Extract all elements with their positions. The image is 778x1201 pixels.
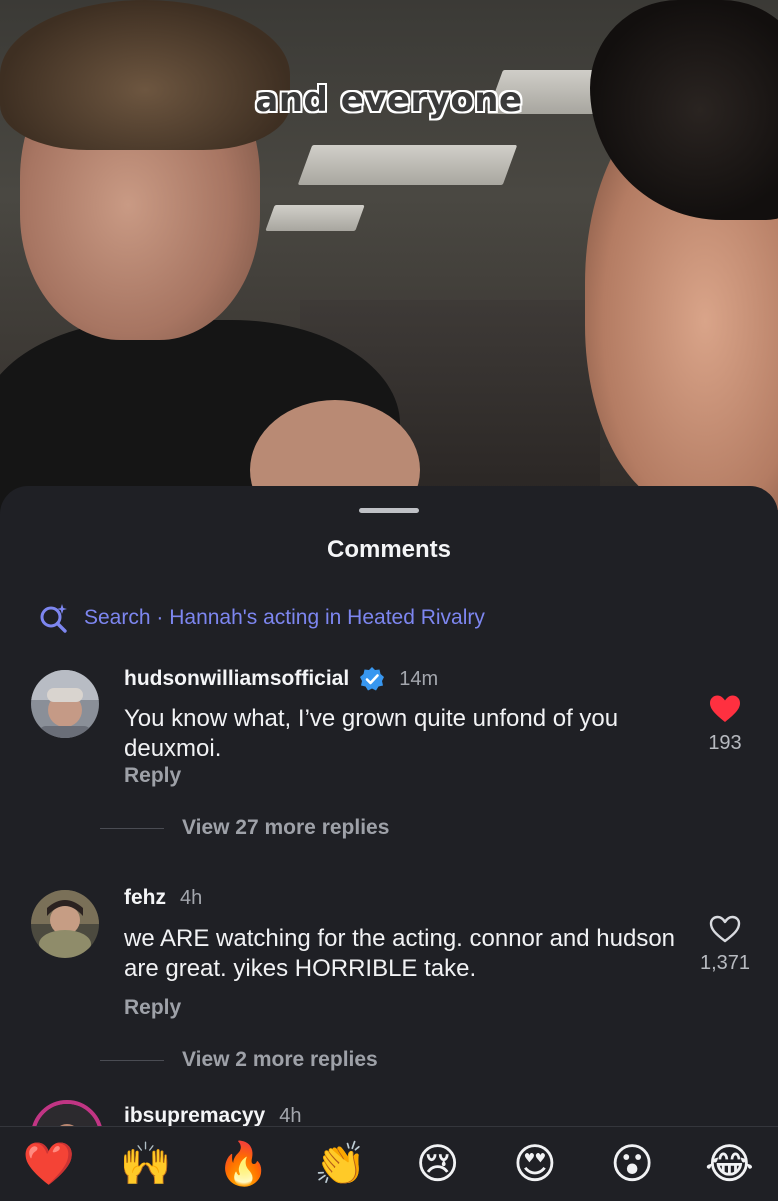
- heart-filled-icon: [710, 695, 740, 722]
- comment-username[interactable]: ibsupremacyy: [124, 1104, 265, 1128]
- reaction-bar: ❤️ 🙌 🔥 👏 😢 😍 😮 😂: [0, 1126, 778, 1201]
- search-prefix: Search: [84, 606, 151, 629]
- heart-eyes-emoji-icon[interactable]: 😍: [505, 1134, 565, 1194]
- search-query: Hannah's acting in Heated Rivalry: [169, 606, 485, 629]
- view-more-replies-label: View 2 more replies: [182, 1048, 378, 1071]
- red-heart-emoji-icon[interactable]: ❤️: [19, 1134, 79, 1194]
- video-frame[interactable]: and everyone: [0, 0, 778, 560]
- comment-text: You know what, I’ve grown quite unfond o…: [124, 705, 619, 762]
- video-caption: and everyone: [255, 80, 523, 120]
- ceiling-light: [297, 145, 518, 185]
- person-left-hair: [0, 0, 290, 150]
- comment-time: 4h: [279, 1104, 302, 1127]
- view-more-replies-label: View 27 more replies: [182, 816, 390, 839]
- crying-face-emoji-icon[interactable]: 😢: [408, 1134, 468, 1194]
- comment-time: 14m: [399, 667, 439, 690]
- drag-handle[interactable]: [359, 508, 419, 513]
- comment-username[interactable]: fehz: [124, 886, 166, 910]
- comment-text: we ARE watching for the acting. connor a…: [124, 925, 676, 982]
- raising-hands-emoji-icon[interactable]: 🙌: [116, 1134, 176, 1194]
- search-separator: ·: [150, 606, 170, 629]
- search-suggestion-label: Search · Hannah's acting in Heated Rival…: [84, 606, 485, 630]
- avatar[interactable]: [31, 890, 99, 958]
- surprised-face-emoji-icon[interactable]: 😮: [602, 1134, 662, 1194]
- comments-sheet: Comments Search · Hannah's acting in Hea…: [0, 486, 778, 1200]
- comment-username[interactable]: hudsonwilliamsofficial: [124, 667, 349, 691]
- comment-time: 4h: [180, 886, 203, 909]
- sheet-title: Comments: [326, 536, 452, 563]
- ceiling-light: [265, 205, 365, 231]
- search-suggestion[interactable]: Search · Hannah's acting in Heated Rival…: [38, 602, 485, 634]
- reply-button[interactable]: Reply: [124, 996, 181, 1020]
- reply-thread-line: [100, 1059, 164, 1061]
- verified-badge-icon: [360, 667, 385, 691]
- like-control[interactable]: 1,371: [680, 914, 770, 975]
- view-more-replies[interactable]: View 27 more replies: [100, 816, 389, 840]
- clapping-hands-emoji-icon[interactable]: 👏: [310, 1134, 370, 1194]
- reply-thread-line: [100, 827, 164, 829]
- fire-emoji-icon[interactable]: 🔥: [213, 1134, 273, 1194]
- avatar[interactable]: [31, 670, 99, 738]
- like-control[interactable]: 193: [680, 694, 770, 755]
- search-sparkle-icon: [40, 604, 67, 633]
- like-count: 193: [708, 732, 742, 754]
- tears-of-joy-emoji-icon[interactable]: 😂: [699, 1134, 759, 1194]
- view-more-replies[interactable]: View 2 more replies: [100, 1048, 378, 1072]
- heart-outline-icon: [709, 915, 741, 943]
- like-count: 1,371: [699, 952, 751, 974]
- reply-button[interactable]: Reply: [124, 764, 181, 788]
